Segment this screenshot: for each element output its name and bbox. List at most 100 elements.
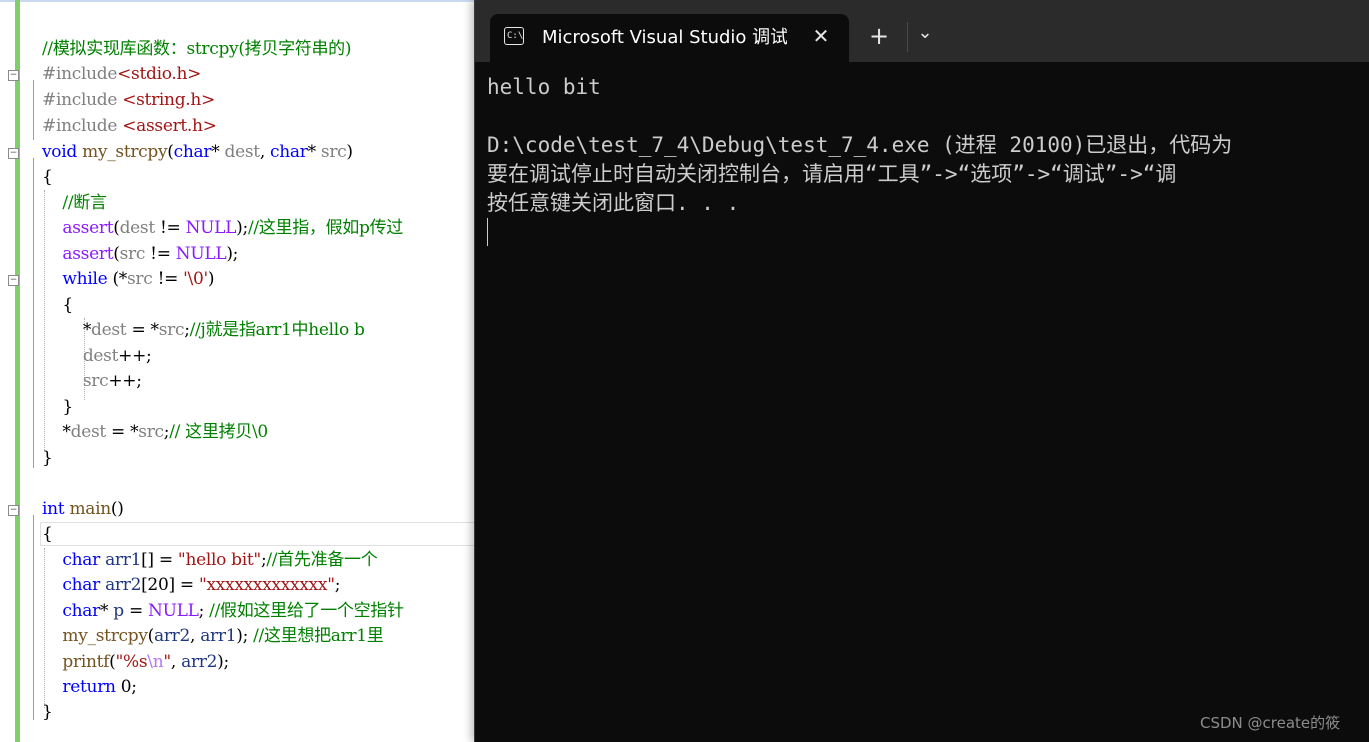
code-token: #include	[42, 64, 118, 84]
code-line[interactable]: dest++;	[42, 344, 152, 369]
code-text-area[interactable]: //模拟实现库函数：strcpy(拷贝字符串的) #include<stdio.h…	[20, 0, 480, 742]
code-line[interactable]: {	[42, 165, 53, 190]
code-line[interactable]: printf("%s\n", arr2);	[42, 650, 229, 675]
code-line[interactable]: }	[42, 446, 53, 471]
code-token: );	[226, 244, 239, 264]
collapse-while-icon[interactable]: −	[8, 275, 19, 286]
code-line[interactable]: while (*src != '\0')	[42, 267, 214, 292]
code-token: = *	[105, 422, 139, 442]
code-token: //模拟实现库函数：strcpy(拷贝字符串的)	[42, 39, 352, 59]
code-token: );	[217, 652, 229, 672]
code-token: assert	[62, 244, 114, 264]
code-token: "	[163, 652, 171, 672]
code-token: "xxxxxxxxxxxxx"	[198, 575, 335, 595]
code-token: [20] =	[141, 575, 199, 595]
code-line[interactable]: return 0;	[42, 675, 137, 700]
code-token: //j就是指arr1中hello b	[189, 320, 365, 340]
code-line[interactable]: *dest = *src;// 这里拷贝\0	[42, 420, 268, 445]
code-line[interactable]: char* p = NULL; //假如这里给了一个空指针	[42, 599, 404, 624]
console-output[interactable]: hello bit D:\code\test_7_4\Debug\test_7_…	[487, 72, 1367, 732]
code-editor[interactable]: − − − − //模拟实现库函数：strcpy(拷贝字符串的) #include…	[0, 0, 480, 742]
titlebar-divider	[907, 22, 908, 52]
code-token: my_strcpy	[62, 626, 148, 646]
code-token: char	[62, 575, 100, 595]
code-token: *	[307, 142, 321, 162]
close-tab-icon[interactable]: ✕	[808, 23, 834, 49]
code-line[interactable]: my_strcpy(arr2, arr1); //这里想把arr1里	[42, 624, 383, 649]
code-line[interactable]: #include<stdio.h>	[42, 62, 201, 87]
code-line[interactable]: {	[42, 522, 53, 547]
code-token: arr1	[200, 626, 237, 646]
code-token: //首先准备一个	[266, 550, 378, 570]
code-token: }	[42, 397, 73, 417]
code-token: "hello bit"	[177, 550, 261, 570]
chevron-down-icon[interactable]: ⌄	[910, 22, 940, 52]
code-line[interactable]: void my_strcpy(char* dest, char* src)	[42, 140, 353, 165]
code-token: !=	[145, 244, 176, 264]
collapse-include-icon[interactable]: −	[8, 70, 19, 81]
code-token: dest	[91, 320, 127, 340]
code-token: !=	[152, 269, 184, 289]
code-line[interactable]: //断言	[42, 191, 107, 216]
code-token: '\0'	[183, 269, 208, 289]
code-line[interactable]: int main()	[42, 497, 124, 522]
code-line[interactable]: }	[42, 395, 73, 420]
code-token: char	[173, 142, 212, 162]
code-token: *	[42, 422, 71, 442]
code-token: dest	[224, 142, 261, 162]
terminal-tab[interactable]: C:\ Microsoft Visual Studio 调试控 ✕	[490, 14, 849, 62]
code-token: // 这里拷贝\0	[169, 422, 268, 442]
collapse-function-icon[interactable]: −	[8, 148, 19, 159]
code-token: dest	[82, 346, 119, 366]
code-token: }	[42, 448, 53, 468]
code-token: char	[270, 142, 308, 162]
code-token: arr2	[181, 652, 218, 672]
code-line[interactable]: *dest = *src;//j就是指arr1中hello b	[42, 318, 365, 343]
code-line[interactable]: char arr1[] = "hello bit";//首先准备一个	[42, 548, 377, 573]
code-token: *	[42, 320, 92, 340]
code-token: char	[62, 601, 100, 621]
code-token: \n	[147, 652, 164, 672]
code-token: <stdio.h>	[117, 64, 202, 84]
code-token: ()	[110, 499, 124, 519]
code-token: while	[62, 269, 108, 289]
code-token: p	[113, 601, 124, 621]
code-line[interactable]: //模拟实现库函数：strcpy(拷贝字符串的)	[42, 37, 352, 62]
terminal-titlebar: C:\ Microsoft Visual Studio 调试控 ✕ + ⌄	[475, 0, 1369, 62]
code-token: src	[138, 422, 164, 442]
code-line[interactable]: char arr2[20] = "xxxxxxxxxxxxx";	[42, 573, 340, 598]
code-line[interactable]: {	[42, 293, 73, 318]
console-icon: C:\	[504, 27, 524, 45]
code-token: ,	[170, 652, 182, 672]
terminal-window[interactable]: C:\ Microsoft Visual Studio 调试控 ✕ + ⌄ he…	[474, 0, 1369, 742]
code-token: [] =	[141, 550, 178, 570]
code-token: //假如这里给了一个空指针	[209, 601, 404, 621]
console-line: hello bit	[487, 75, 601, 99]
new-tab-button[interactable]: +	[864, 22, 894, 52]
code-token: ;	[334, 575, 341, 595]
code-token: #include	[42, 116, 123, 136]
code-line[interactable]: assert(dest != NULL);//这里指，假如p传过	[42, 216, 403, 241]
code-token: #include	[42, 90, 123, 110]
code-token: {	[42, 295, 73, 315]
code-token: src	[119, 244, 146, 264]
code-token: );	[236, 218, 248, 238]
code-token: my_strcpy	[82, 142, 168, 162]
code-line[interactable]: src++;	[42, 369, 142, 394]
code-token: assert	[62, 218, 114, 238]
code-token: {	[42, 167, 53, 187]
collapse-main-icon[interactable]: −	[8, 505, 19, 516]
code-token: (*	[107, 269, 127, 289]
code-token: );	[236, 626, 254, 646]
code-token: NULL	[175, 244, 227, 264]
code-line[interactable]: assert(src != NULL);	[42, 242, 238, 267]
code-line[interactable]: }	[42, 700, 53, 725]
code-line[interactable]: #include <assert.h>	[42, 114, 217, 139]
code-line[interactable]: #include <string.h>	[42, 88, 215, 113]
